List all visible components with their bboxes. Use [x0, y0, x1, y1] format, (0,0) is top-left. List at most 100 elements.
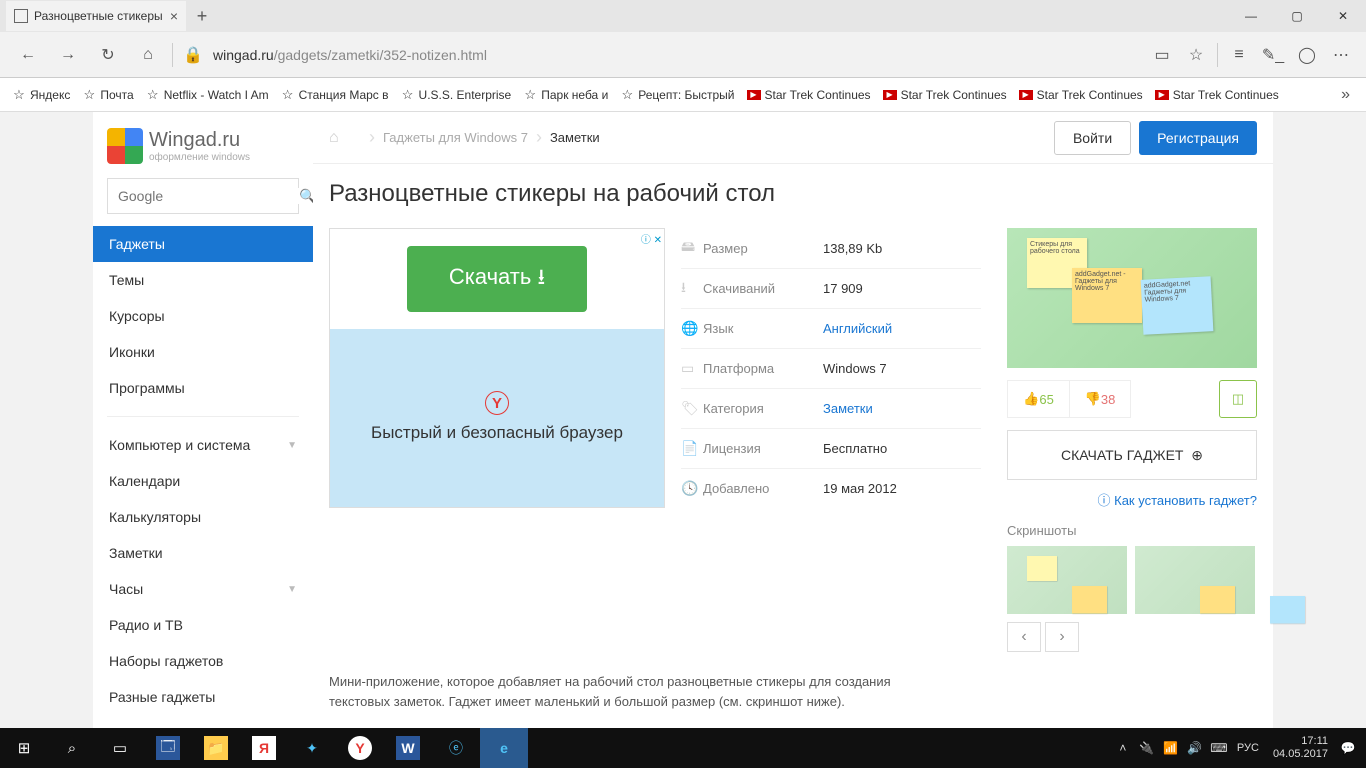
- bookmark-item[interactable]: ☆Netflix - Watch I Am: [140, 88, 275, 102]
- chevron-down-icon: ▼: [287, 440, 297, 451]
- tray-notifications-icon[interactable]: 💬: [1336, 728, 1360, 768]
- bookmark-item[interactable]: ▶Star Trek Continues: [1149, 88, 1285, 102]
- breadcrumb-bar: ⌂ › Гаджеты для Windows 7 › Заметки Войт…: [313, 112, 1273, 164]
- download-gadget-button[interactable]: СКАЧАТЬ ГАДЖЕТ ⊕: [1007, 430, 1257, 480]
- home-icon[interactable]: ⌂: [329, 129, 361, 147]
- notes-icon[interactable]: ✎_: [1256, 35, 1290, 75]
- screenshot-thumb[interactable]: [1135, 546, 1255, 614]
- taskbar-app-browser[interactable]: Y: [336, 728, 384, 768]
- minimize-button[interactable]: —: [1228, 0, 1274, 32]
- share-icon[interactable]: ◯: [1290, 35, 1324, 75]
- hub-icon[interactable]: ≡: [1222, 35, 1256, 75]
- bookmark-item[interactable]: ▶Star Trek Continues: [1013, 88, 1149, 102]
- tab-close-icon[interactable]: ×: [170, 8, 178, 24]
- tray-wifi-icon[interactable]: 📶: [1159, 728, 1183, 768]
- bookmarks-overflow-icon[interactable]: »: [1331, 86, 1360, 104]
- ad-block[interactable]: ⓘ ✕ Скачать ⭳ Y Быстрый и безопасный бра…: [329, 228, 665, 508]
- taskbar-app-edge[interactable]: e: [480, 728, 528, 768]
- taskbar-app-word[interactable]: W: [384, 728, 432, 768]
- info-link[interactable]: Заметки: [823, 401, 873, 416]
- back-button[interactable]: ←: [8, 35, 48, 75]
- taskbar-app-yandex[interactable]: Я: [240, 728, 288, 768]
- browser-tab[interactable]: Разноцветные стикеры ×: [6, 1, 186, 31]
- forward-button[interactable]: →: [48, 35, 88, 75]
- taskbar-app-explorer[interactable]: 📁: [192, 728, 240, 768]
- sidebar-category-item[interactable]: Календари: [93, 463, 313, 499]
- more-icon[interactable]: ⋯: [1324, 35, 1358, 75]
- sidebar-category-item[interactable]: Разные гаджеты: [93, 679, 313, 715]
- sidebar-nav-item[interactable]: Курсоры: [93, 298, 313, 334]
- ad-download-button[interactable]: Скачать ⭳: [407, 246, 587, 312]
- info-value: Бесплатно: [823, 441, 887, 456]
- refresh-button[interactable]: ↻: [88, 35, 128, 75]
- sidebar-category-item[interactable]: Калькуляторы: [93, 499, 313, 535]
- bookmark-item[interactable]: ☆Рецепт: Быстрый: [614, 88, 740, 102]
- info-value: 19 мая 2012: [823, 481, 897, 496]
- taskbar-app[interactable]: 🗔: [144, 728, 192, 768]
- screenshot-next-button[interactable]: ›: [1045, 622, 1079, 652]
- youtube-icon: ▶: [883, 88, 897, 102]
- sidebar-category-item[interactable]: Часы▼: [93, 571, 313, 607]
- new-tab-button[interactable]: +: [186, 0, 218, 32]
- like-button[interactable]: 👍 65: [1007, 380, 1069, 418]
- help-link[interactable]: ⓘ Как установить гаджет?: [1007, 490, 1257, 509]
- star-icon: ☆: [401, 88, 415, 102]
- bookmark-button[interactable]: ◫: [1219, 380, 1257, 418]
- sidebar-nav-item[interactable]: Гаджеты: [93, 226, 313, 262]
- sidebar-category-item[interactable]: Заметки: [93, 535, 313, 571]
- register-button[interactable]: Регистрация: [1139, 121, 1257, 155]
- site-logo[interactable]: Wingad.ru оформление windows: [93, 128, 313, 178]
- tray-clock[interactable]: 17:11 04.05.2017: [1265, 735, 1336, 761]
- tray-chevron-icon[interactable]: ˄: [1111, 728, 1135, 768]
- screenshot-thumb[interactable]: [1007, 546, 1127, 614]
- sidebar-nav-item[interactable]: Иконки: [93, 334, 313, 370]
- preview-image[interactable]: Стикеры для рабочего стола addGadget.net…: [1007, 228, 1257, 368]
- dislike-button[interactable]: 👎 38: [1069, 380, 1131, 418]
- tray-keyboard-icon[interactable]: ⌨: [1207, 728, 1231, 768]
- youtube-icon: ▶: [1155, 88, 1169, 102]
- info-row: 📄ЛицензияБесплатно: [681, 428, 981, 468]
- taskbar-app-ie[interactable]: ⓔ: [432, 728, 480, 768]
- start-button[interactable]: ⊞: [0, 728, 48, 768]
- bookmark-item[interactable]: ☆Парк неба и: [517, 88, 614, 102]
- bookmark-item[interactable]: ▶Star Trek Continues: [741, 88, 877, 102]
- search-taskbar-icon[interactable]: ⌕: [48, 728, 96, 768]
- search-box[interactable]: 🔍: [107, 178, 299, 214]
- bookmark-item[interactable]: ☆Яндекс: [6, 88, 76, 102]
- tray-power-icon[interactable]: 🔌: [1135, 728, 1159, 768]
- sidebar-category-item[interactable]: Радио и ТВ: [93, 607, 313, 643]
- favorite-star-icon[interactable]: ☆: [1179, 35, 1213, 75]
- taskbar-app[interactable]: ✦: [288, 728, 336, 768]
- info-icon: 🌐: [681, 320, 703, 337]
- star-icon: ☆: [12, 88, 26, 102]
- screenshot-prev-button[interactable]: ‹: [1007, 622, 1041, 652]
- sidebar-nav-item[interactable]: Темы: [93, 262, 313, 298]
- search-input[interactable]: [118, 188, 299, 204]
- task-view-icon[interactable]: ▭: [96, 728, 144, 768]
- close-window-button[interactable]: ✕: [1320, 0, 1366, 32]
- bookmark-item[interactable]: ☆Почта: [76, 88, 139, 102]
- site-name: Wingad.ru: [149, 129, 250, 152]
- bookmark-item[interactable]: ☆U.S.S. Enterprise: [395, 88, 518, 102]
- sidebar-category-item[interactable]: Наборы гаджетов: [93, 643, 313, 679]
- youtube-icon: ▶: [1019, 88, 1033, 102]
- home-button[interactable]: ⌂: [128, 35, 168, 75]
- info-table: 🖴Размер138,89 Kb⭳Скачиваний17 909🌐ЯзыкАн…: [681, 228, 981, 652]
- bookmarks-bar: ☆Яндекс☆Почта☆Netflix - Watch I Am☆Станц…: [0, 78, 1366, 112]
- login-button[interactable]: Войти: [1054, 121, 1131, 155]
- bookmark-item[interactable]: ▶Star Trek Continues: [877, 88, 1013, 102]
- tray-volume-icon[interactable]: 🔊: [1183, 728, 1207, 768]
- reading-view-icon[interactable]: ▭: [1145, 35, 1179, 75]
- sidebar-nav-item[interactable]: Программы: [93, 370, 313, 406]
- bookmark-item[interactable]: ☆Станция Марс в: [275, 88, 395, 102]
- info-icon: ▭: [681, 360, 703, 377]
- sidebar-category-item[interactable]: Компьютер и система▼: [93, 427, 313, 463]
- tray-lang[interactable]: РУС: [1231, 742, 1265, 754]
- info-icon: ⭳: [681, 277, 703, 301]
- info-link[interactable]: Английский: [823, 321, 892, 336]
- star-icon: ☆: [281, 88, 295, 102]
- maximize-button[interactable]: ▢: [1274, 0, 1320, 32]
- url-bar[interactable]: wingad.ru/gadgets/zametki/352-notizen.ht…: [209, 47, 1145, 63]
- info-row: 🏷КатегорияЗаметки: [681, 388, 981, 428]
- breadcrumb-category[interactable]: Гаджеты для Windows 7: [383, 130, 528, 145]
